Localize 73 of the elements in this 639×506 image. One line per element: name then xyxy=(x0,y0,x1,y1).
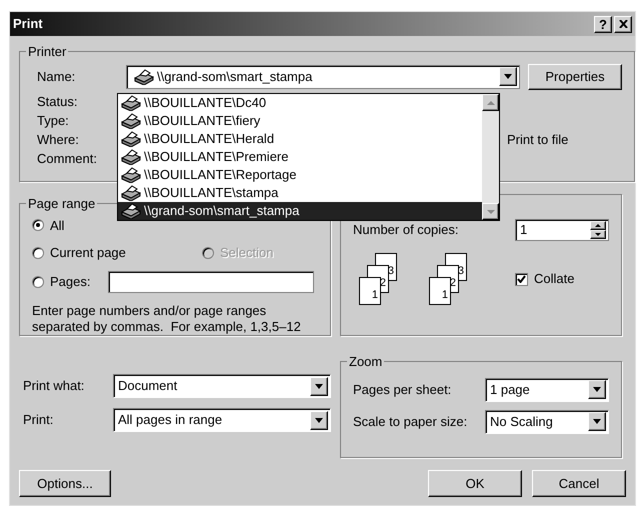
dropdown-button[interactable] xyxy=(588,380,606,399)
field-label: Print: xyxy=(22,411,54,430)
field-label: Status: xyxy=(37,92,78,110)
printer-option[interactable]: \\BOUILLANTE\stampa xyxy=(118,184,482,202)
cancel-button[interactable]: Cancel xyxy=(532,470,626,497)
field-label: Print what: xyxy=(22,377,86,396)
scrollbar[interactable] xyxy=(482,94,499,220)
radio-button[interactable] xyxy=(32,246,44,259)
field-label: Type: xyxy=(37,112,70,130)
ok-button[interactable]: OK xyxy=(428,470,522,497)
spin-down-button[interactable] xyxy=(590,230,606,239)
up-caret-icon xyxy=(595,224,601,227)
printer-select[interactable]: \\grand-som\smart_stampa xyxy=(126,64,520,88)
field-label: Name: xyxy=(36,68,76,86)
copies-spinner[interactable]: 1 xyxy=(515,219,609,241)
group-label: Page range xyxy=(27,195,96,213)
dropdown-field[interactable]: 1 page xyxy=(485,378,609,402)
printer-option[interactable]: \\BOUILLANTE\Herald xyxy=(118,130,482,148)
caret-icon xyxy=(315,384,323,388)
printer-icon xyxy=(120,167,142,183)
printer-icon xyxy=(133,68,155,84)
options-button[interactable]: Options... xyxy=(19,470,111,497)
up-caret-icon xyxy=(486,100,494,104)
field-label: Number of copies: xyxy=(353,221,458,240)
printer-option[interactable]: \\BOUILLANTE\fiery xyxy=(118,112,482,130)
close-icon xyxy=(618,20,628,28)
printer-option[interactable]: \\grand-som\smart_stampa xyxy=(118,202,482,220)
radio-label: Pages: xyxy=(50,272,92,291)
check-icon xyxy=(517,275,526,283)
printer-icon xyxy=(120,185,142,201)
dropdown-field[interactable]: Document xyxy=(113,374,331,398)
down-caret-icon xyxy=(486,210,494,214)
field-label: Comment: xyxy=(37,150,98,168)
field-label: Where: xyxy=(37,130,80,148)
page-number: 1 xyxy=(372,290,378,301)
radio-label: All xyxy=(50,216,64,234)
printer-icon xyxy=(120,113,142,129)
page-number: 1 xyxy=(442,290,448,301)
window-title: Print xyxy=(13,15,44,34)
caret-icon xyxy=(593,387,601,392)
field-label: Pages per sheet: xyxy=(353,380,452,399)
close-button[interactable] xyxy=(614,16,632,32)
spin-up-button[interactable] xyxy=(590,221,606,230)
checkbox-label: Collate xyxy=(534,270,574,288)
printer-option[interactable]: \\BOUILLANTE\Dc40 xyxy=(118,94,482,112)
caret-icon xyxy=(315,418,323,422)
radio-button[interactable] xyxy=(32,219,44,232)
down-caret-icon xyxy=(595,233,601,236)
printer-option[interactable]: \\BOUILLANTE\Reportage xyxy=(118,166,482,184)
properties-button[interactable]: Properties xyxy=(528,64,622,90)
help-button[interactable]: ? xyxy=(594,16,612,32)
group-label: Printer xyxy=(27,43,68,61)
hint-text: Enter page numbers and/or page ranges separated by commas. For example, 1,3,5–12 xyxy=(32,302,302,334)
caret-icon xyxy=(504,74,512,79)
printer-icon xyxy=(120,149,142,165)
dropdown-field[interactable]: All pages in range xyxy=(113,408,331,432)
group-label: Zoom xyxy=(348,353,384,371)
collate-checkbox[interactable] xyxy=(515,272,528,286)
field-label: Scale to paper size: xyxy=(353,412,468,431)
dropdown-button[interactable] xyxy=(310,376,328,396)
dropdown-button[interactable] xyxy=(310,410,328,430)
pages-field[interactable] xyxy=(108,270,314,292)
radio-button[interactable] xyxy=(32,276,44,288)
scroll-up-button[interactable] xyxy=(482,94,499,111)
print-to-file-label: Print to file xyxy=(507,130,568,148)
radio-label: Current page xyxy=(50,244,126,262)
dropdown-button[interactable] xyxy=(588,412,606,431)
printer-icon xyxy=(120,131,142,147)
dropdown-button[interactable] xyxy=(499,67,517,86)
scroll-down-button[interactable] xyxy=(482,203,499,220)
printer-option[interactable]: \\BOUILLANTE\Premiere xyxy=(118,148,482,166)
caret-icon xyxy=(593,419,601,424)
dropdown-field[interactable]: No Scaling xyxy=(485,410,609,434)
